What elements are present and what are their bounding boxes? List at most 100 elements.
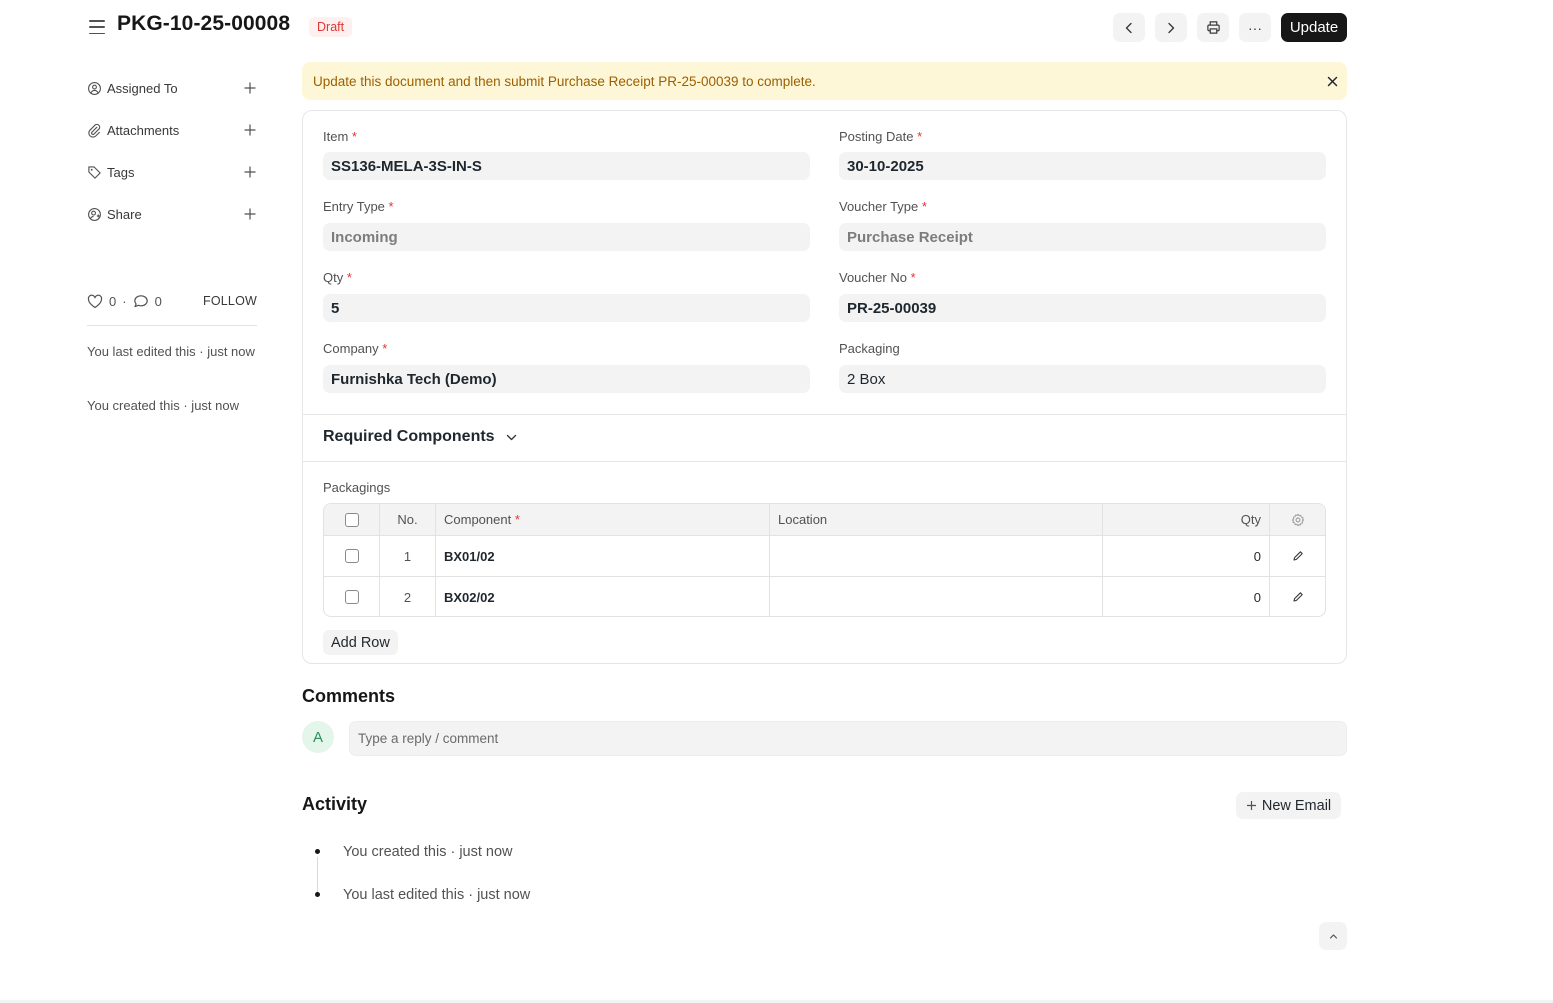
location-cell[interactable] [770,536,1103,576]
new-email-button[interactable]: New Email [1236,792,1341,819]
paperclip-icon [88,123,101,138]
section-divider [303,414,1346,415]
packagings-table: No. Component * Location Qty 1 BX01/02 0… [323,503,1326,617]
edit-row-button[interactable] [1270,536,1325,576]
likes-count: 0 [109,293,117,309]
pencil-icon [1292,551,1303,561]
update-button[interactable]: Update [1281,13,1347,42]
edit-row-button[interactable] [1270,577,1325,616]
social-stats: 0 · 0 FOLLOW [87,292,257,310]
sidebar-item-tags[interactable]: Tags [87,162,257,182]
voucher-type-label: Voucher Type * [839,199,927,214]
hamburger-line [89,26,105,28]
item-field[interactable]: SS136-MELA-3S-IN-S [323,152,810,180]
chevron-left-icon [1125,22,1132,33]
qty-cell[interactable]: 0 [1103,577,1270,616]
sidebar-divider [87,325,257,326]
component-cell[interactable]: BX01/02 [436,536,770,576]
row-number: 1 [380,536,436,576]
voucher-no-field[interactable]: PR-25-00039 [839,294,1326,322]
gear-icon [1291,513,1304,526]
table-header-row: No. Component * Location Qty [324,504,1325,536]
packaging-label: Packaging [839,341,900,356]
activity-heading: Activity [302,794,368,814]
entry-type-label: Entry Type * [323,199,394,214]
more-options-button[interactable]: ··· [1239,13,1271,42]
item-label: Item * [323,129,357,144]
chevron-up-icon [1329,933,1337,939]
plus-icon[interactable] [243,81,257,95]
section-title: Required Components [323,428,495,445]
comment-input[interactable]: Type a reply / comment [349,721,1347,756]
column-header-no: No. [380,504,436,535]
plus-icon [1246,801,1256,810]
printer-icon [1206,21,1220,34]
heart-icon[interactable] [87,294,103,309]
entry-type-field: Incoming [323,223,810,251]
required-components-section-toggle[interactable]: Required Components [323,428,518,446]
plus-icon[interactable] [243,123,257,137]
print-button[interactable] [1197,13,1229,42]
tag-icon [88,165,101,179]
row-checkbox[interactable] [344,590,359,604]
plus-icon[interactable] [243,207,257,221]
company-label: Company * [323,341,388,356]
posting-date-label: Posting Date * [839,129,923,144]
component-cell[interactable]: BX02/02 [436,577,770,616]
hamburger-line [89,32,105,34]
voucher-no-label: Voucher No * [839,270,916,285]
status-badge: Draft [309,17,353,37]
sidebar-item-share[interactable]: Share [87,204,257,224]
new-email-label: New Email [1261,797,1332,814]
table-row[interactable]: 1 BX01/02 0 [324,536,1325,577]
avatar: A [302,721,334,753]
add-row-button[interactable]: Add Row [323,630,398,655]
pencil-icon [1292,592,1303,602]
banner-close-button[interactable] [1323,72,1341,90]
qty-cell[interactable]: 0 [1103,536,1270,576]
timeline-dot [315,892,320,897]
company-field[interactable]: Furnishka Tech (Demo) [323,365,810,393]
column-settings-button[interactable] [1270,504,1325,535]
sidebar-item-label: Attachments [107,122,180,138]
select-all-checkbox[interactable] [344,512,359,527]
row-number: 2 [380,577,436,616]
scroll-to-top-button[interactable] [1319,922,1347,950]
sidebar-item-label: Assigned To [107,80,178,96]
section-divider [303,461,1346,462]
column-header-component: Component * [436,504,770,535]
last-edited-text: You last edited this · just now [87,344,255,359]
location-cell[interactable] [770,577,1103,616]
created-text: You created this · just now [87,398,239,413]
packagings-table-label: Packagings [323,480,391,495]
timeline-connector [317,857,318,895]
hamburger-line [89,20,105,22]
previous-doc-button[interactable] [1113,13,1145,42]
close-icon [1327,76,1337,86]
timeline-dot [315,849,320,854]
ellipsis-icon: ··· [1248,19,1262,36]
next-doc-button[interactable] [1155,13,1187,42]
banner-message: Update this document and then submit Pur… [313,73,816,89]
sidebar-item-label: Share [107,206,142,222]
plus-icon[interactable] [243,165,257,179]
comments-count: 0 [154,293,162,309]
user-assign-icon [88,81,101,95]
chevron-right-icon [1168,22,1175,33]
table-row[interactable]: 2 BX02/02 0 [324,577,1325,616]
qty-field[interactable]: 5 [323,294,810,322]
sidebar-item-attachments[interactable]: Attachments [87,120,257,140]
sidebar-item-label: Tags [107,164,135,180]
row-checkbox[interactable] [344,549,359,563]
activity-item: You created this · just now [343,844,513,860]
chevron-down-icon [506,434,516,440]
column-header-location: Location [770,504,1103,535]
voucher-type-field: Purchase Receipt [839,223,1326,251]
posting-date-field[interactable]: 30-10-2025 [839,152,1326,180]
packaging-field[interactable]: 2 Box [839,365,1326,393]
follow-button[interactable]: FOLLOW [203,294,257,308]
sidebar-item-assigned-to[interactable]: Assigned To [87,78,257,98]
page-title: PKG-10-25-00008 [117,12,291,35]
comment-icon[interactable] [133,294,149,309]
sidebar-toggle-icon[interactable] [88,18,106,36]
